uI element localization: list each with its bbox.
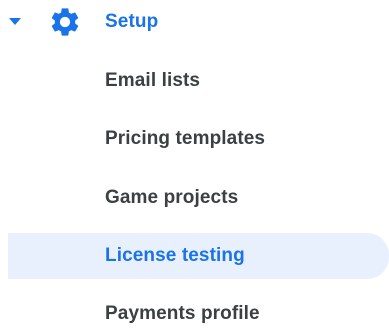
setup-group-header[interactable]: Setup (0, 0, 389, 44)
nav-item-label: Game projects (105, 187, 239, 208)
setup-nav-group: Setup Email lists Pricing templates Game… (0, 0, 389, 330)
nav-item-label: Email lists (105, 70, 201, 91)
nav-item-label: Payments profile (105, 303, 260, 324)
nav-item-payments-profile[interactable]: Payments profile (0, 292, 389, 330)
nav-item-license-testing[interactable]: License testing (8, 233, 389, 279)
nav-item-email-lists[interactable]: Email lists (0, 59, 389, 103)
caret-down-icon[interactable] (7, 14, 23, 30)
setup-group-label: Setup (105, 11, 159, 32)
nav-item-pricing-templates[interactable]: Pricing templates (0, 117, 389, 161)
nav-item-label: License testing (105, 245, 245, 266)
nav-item-label: Pricing templates (105, 128, 266, 149)
nav-item-game-projects[interactable]: Game projects (0, 176, 389, 220)
gear-icon (51, 8, 79, 36)
